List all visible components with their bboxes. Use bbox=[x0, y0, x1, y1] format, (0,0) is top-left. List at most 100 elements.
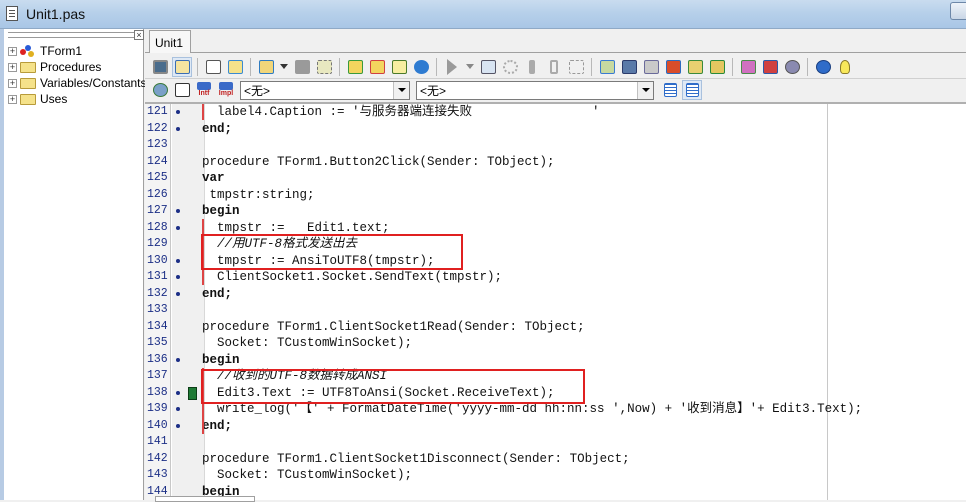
options-gear-icon[interactable] bbox=[782, 57, 802, 77]
align-left-icon[interactable] bbox=[660, 80, 680, 100]
tree-item-tform1[interactable]: + TForm1 bbox=[8, 43, 147, 59]
code-line[interactable]: 127 begin bbox=[145, 203, 966, 220]
executable-line-dot-icon[interactable] bbox=[176, 258, 180, 263]
window-list-icon[interactable] bbox=[172, 80, 192, 100]
object-repository-icon[interactable] bbox=[597, 57, 617, 77]
code-line[interactable]: 124 procedure TForm1.Button2Click(Sender:… bbox=[145, 154, 966, 171]
browse-symbol-icon[interactable] bbox=[150, 80, 170, 100]
code-line[interactable]: 144 begin bbox=[145, 484, 966, 501]
pause-icon[interactable] bbox=[478, 57, 498, 77]
line-number: 124 bbox=[147, 154, 168, 168]
code-text: tmpstr:string; bbox=[202, 187, 315, 202]
expand-icon[interactable]: + bbox=[8, 46, 17, 56]
code-line[interactable]: 123 bbox=[145, 137, 966, 154]
line-number: 138 bbox=[147, 385, 168, 399]
run-to-cursor-icon[interactable] bbox=[544, 57, 564, 77]
goto-interface-button[interactable]: Intf bbox=[194, 80, 214, 100]
block-indicator bbox=[202, 104, 204, 120]
minimize-button[interactable] bbox=[950, 2, 966, 20]
class-selector-combo[interactable]: <无> bbox=[240, 80, 410, 100]
executable-line-dot-icon[interactable] bbox=[176, 110, 180, 114]
open-project-icon[interactable] bbox=[256, 57, 276, 77]
executable-line-dot-icon[interactable] bbox=[176, 390, 180, 395]
code-line[interactable]: 136 begin bbox=[145, 352, 966, 369]
dropdown-arrow-icon[interactable] bbox=[280, 64, 288, 69]
executable-line-dot-icon[interactable] bbox=[176, 275, 180, 279]
code-line[interactable]: 142 procedure TForm1.ClientSocket1Disconn… bbox=[145, 451, 966, 468]
code-line[interactable]: 140 end; bbox=[145, 418, 966, 435]
add-file-icon[interactable] bbox=[345, 57, 365, 77]
component-palette-icon[interactable] bbox=[663, 57, 683, 77]
new-form-icon[interactable] bbox=[225, 57, 245, 77]
help-icon[interactable] bbox=[813, 57, 833, 77]
toggle-form-unit-icon[interactable] bbox=[172, 56, 192, 77]
code-text: Socket: TCustomWinSocket); bbox=[202, 468, 413, 482]
code-line[interactable]: 135 Socket: TCustomWinSocket); bbox=[145, 335, 966, 352]
code-editor[interactable]: 121 label4.Caption := '与服务器端连接失败 ' 122 end… bbox=[145, 102, 966, 500]
toolbar-separator bbox=[197, 57, 198, 76]
expand-icon[interactable]: + bbox=[8, 78, 17, 88]
window-title: Unit1.pas bbox=[26, 6, 86, 22]
code-line[interactable]: 133 bbox=[145, 302, 966, 319]
code-line[interactable]: 125 var bbox=[145, 170, 966, 187]
edit-icon[interactable] bbox=[641, 57, 661, 77]
panel-drag-grip[interactable] bbox=[8, 32, 134, 38]
translation-icon[interactable] bbox=[738, 57, 758, 77]
tree-item-uses[interactable]: + Uses bbox=[8, 91, 147, 107]
code-line[interactable]: 126 tmpstr:string; bbox=[145, 187, 966, 204]
build-icon[interactable] bbox=[314, 57, 334, 77]
trace-into-icon[interactable] bbox=[500, 57, 520, 77]
align-center-icon[interactable] bbox=[682, 80, 702, 100]
expand-icon[interactable]: + bbox=[8, 62, 17, 72]
code-line[interactable]: 132 end; bbox=[145, 286, 966, 303]
run-dropdown-icon[interactable] bbox=[466, 64, 474, 69]
remove-file-icon[interactable] bbox=[367, 57, 387, 77]
document-icon bbox=[6, 6, 18, 21]
executable-line-dot-icon[interactable] bbox=[176, 291, 180, 296]
project-manager-icon[interactable] bbox=[619, 57, 639, 77]
code-line[interactable]: 141 bbox=[145, 434, 966, 451]
code-line[interactable]: 134 procedure TForm1.ClientSocket1Read(Se… bbox=[145, 319, 966, 336]
view-form-icon[interactable] bbox=[150, 57, 170, 77]
chevron-down-icon[interactable] bbox=[637, 81, 653, 99]
tab-order-icon[interactable] bbox=[760, 57, 780, 77]
search-install-icon[interactable] bbox=[707, 57, 727, 77]
executable-line-dot-icon[interactable] bbox=[176, 209, 180, 213]
code-line[interactable]: 121 label4.Caption := '与服务器端连接失败 ' bbox=[145, 104, 966, 121]
close-panel-button[interactable]: × bbox=[134, 30, 144, 40]
line-number: 127 bbox=[147, 204, 168, 217]
expand-icon[interactable]: + bbox=[8, 94, 17, 104]
code-text: begin bbox=[202, 352, 240, 367]
line-number: 140 bbox=[147, 418, 168, 432]
line-number: 135 bbox=[147, 336, 168, 349]
executable-line-dot-icon[interactable] bbox=[176, 225, 180, 230]
checklist-icon[interactable] bbox=[389, 57, 409, 77]
executable-line-dot-icon[interactable] bbox=[176, 357, 180, 362]
tree-item-variables-constants[interactable]: + Variables/Constants bbox=[8, 75, 147, 91]
tab-unit1[interactable]: Unit1 bbox=[149, 30, 191, 53]
wizard-icon[interactable] bbox=[685, 57, 705, 77]
save-all-icon[interactable] bbox=[292, 57, 312, 77]
view-unit-icon[interactable] bbox=[203, 57, 223, 77]
executable-line-dot-icon[interactable] bbox=[176, 423, 180, 428]
run-icon[interactable] bbox=[442, 57, 462, 77]
code-text: label4.Caption := '与服务器端连接失败 ' bbox=[202, 105, 600, 119]
code-line[interactable]: 143 Socket: TCustomWinSocket); bbox=[145, 467, 966, 484]
code-line[interactable]: 122 end; bbox=[145, 121, 966, 138]
code-line[interactable]: 131 ClientSocket1.Socket.SendText(tmpstr… bbox=[145, 269, 966, 286]
web-deploy-icon[interactable] bbox=[411, 57, 431, 77]
program-reset-icon[interactable] bbox=[566, 57, 586, 77]
step-over-icon[interactable] bbox=[522, 57, 542, 77]
bookmark-icon[interactable] bbox=[188, 386, 197, 400]
tree-item-procedures[interactable]: + Procedures bbox=[8, 59, 147, 75]
code-text: begin bbox=[202, 204, 240, 218]
window-title-bar: Unit1.pas bbox=[0, 0, 966, 29]
chevron-down-icon[interactable] bbox=[393, 81, 409, 99]
line-number: 142 bbox=[147, 451, 168, 465]
tip-lightbulb-icon[interactable] bbox=[835, 57, 855, 77]
goto-implementation-button[interactable]: Impl bbox=[216, 80, 236, 100]
executable-line-dot-icon[interactable] bbox=[176, 126, 180, 131]
method-selector-combo[interactable]: <无> bbox=[416, 80, 654, 100]
executable-line-dot-icon[interactable] bbox=[176, 407, 180, 411]
horizontal-scrollbar[interactable] bbox=[155, 496, 255, 502]
